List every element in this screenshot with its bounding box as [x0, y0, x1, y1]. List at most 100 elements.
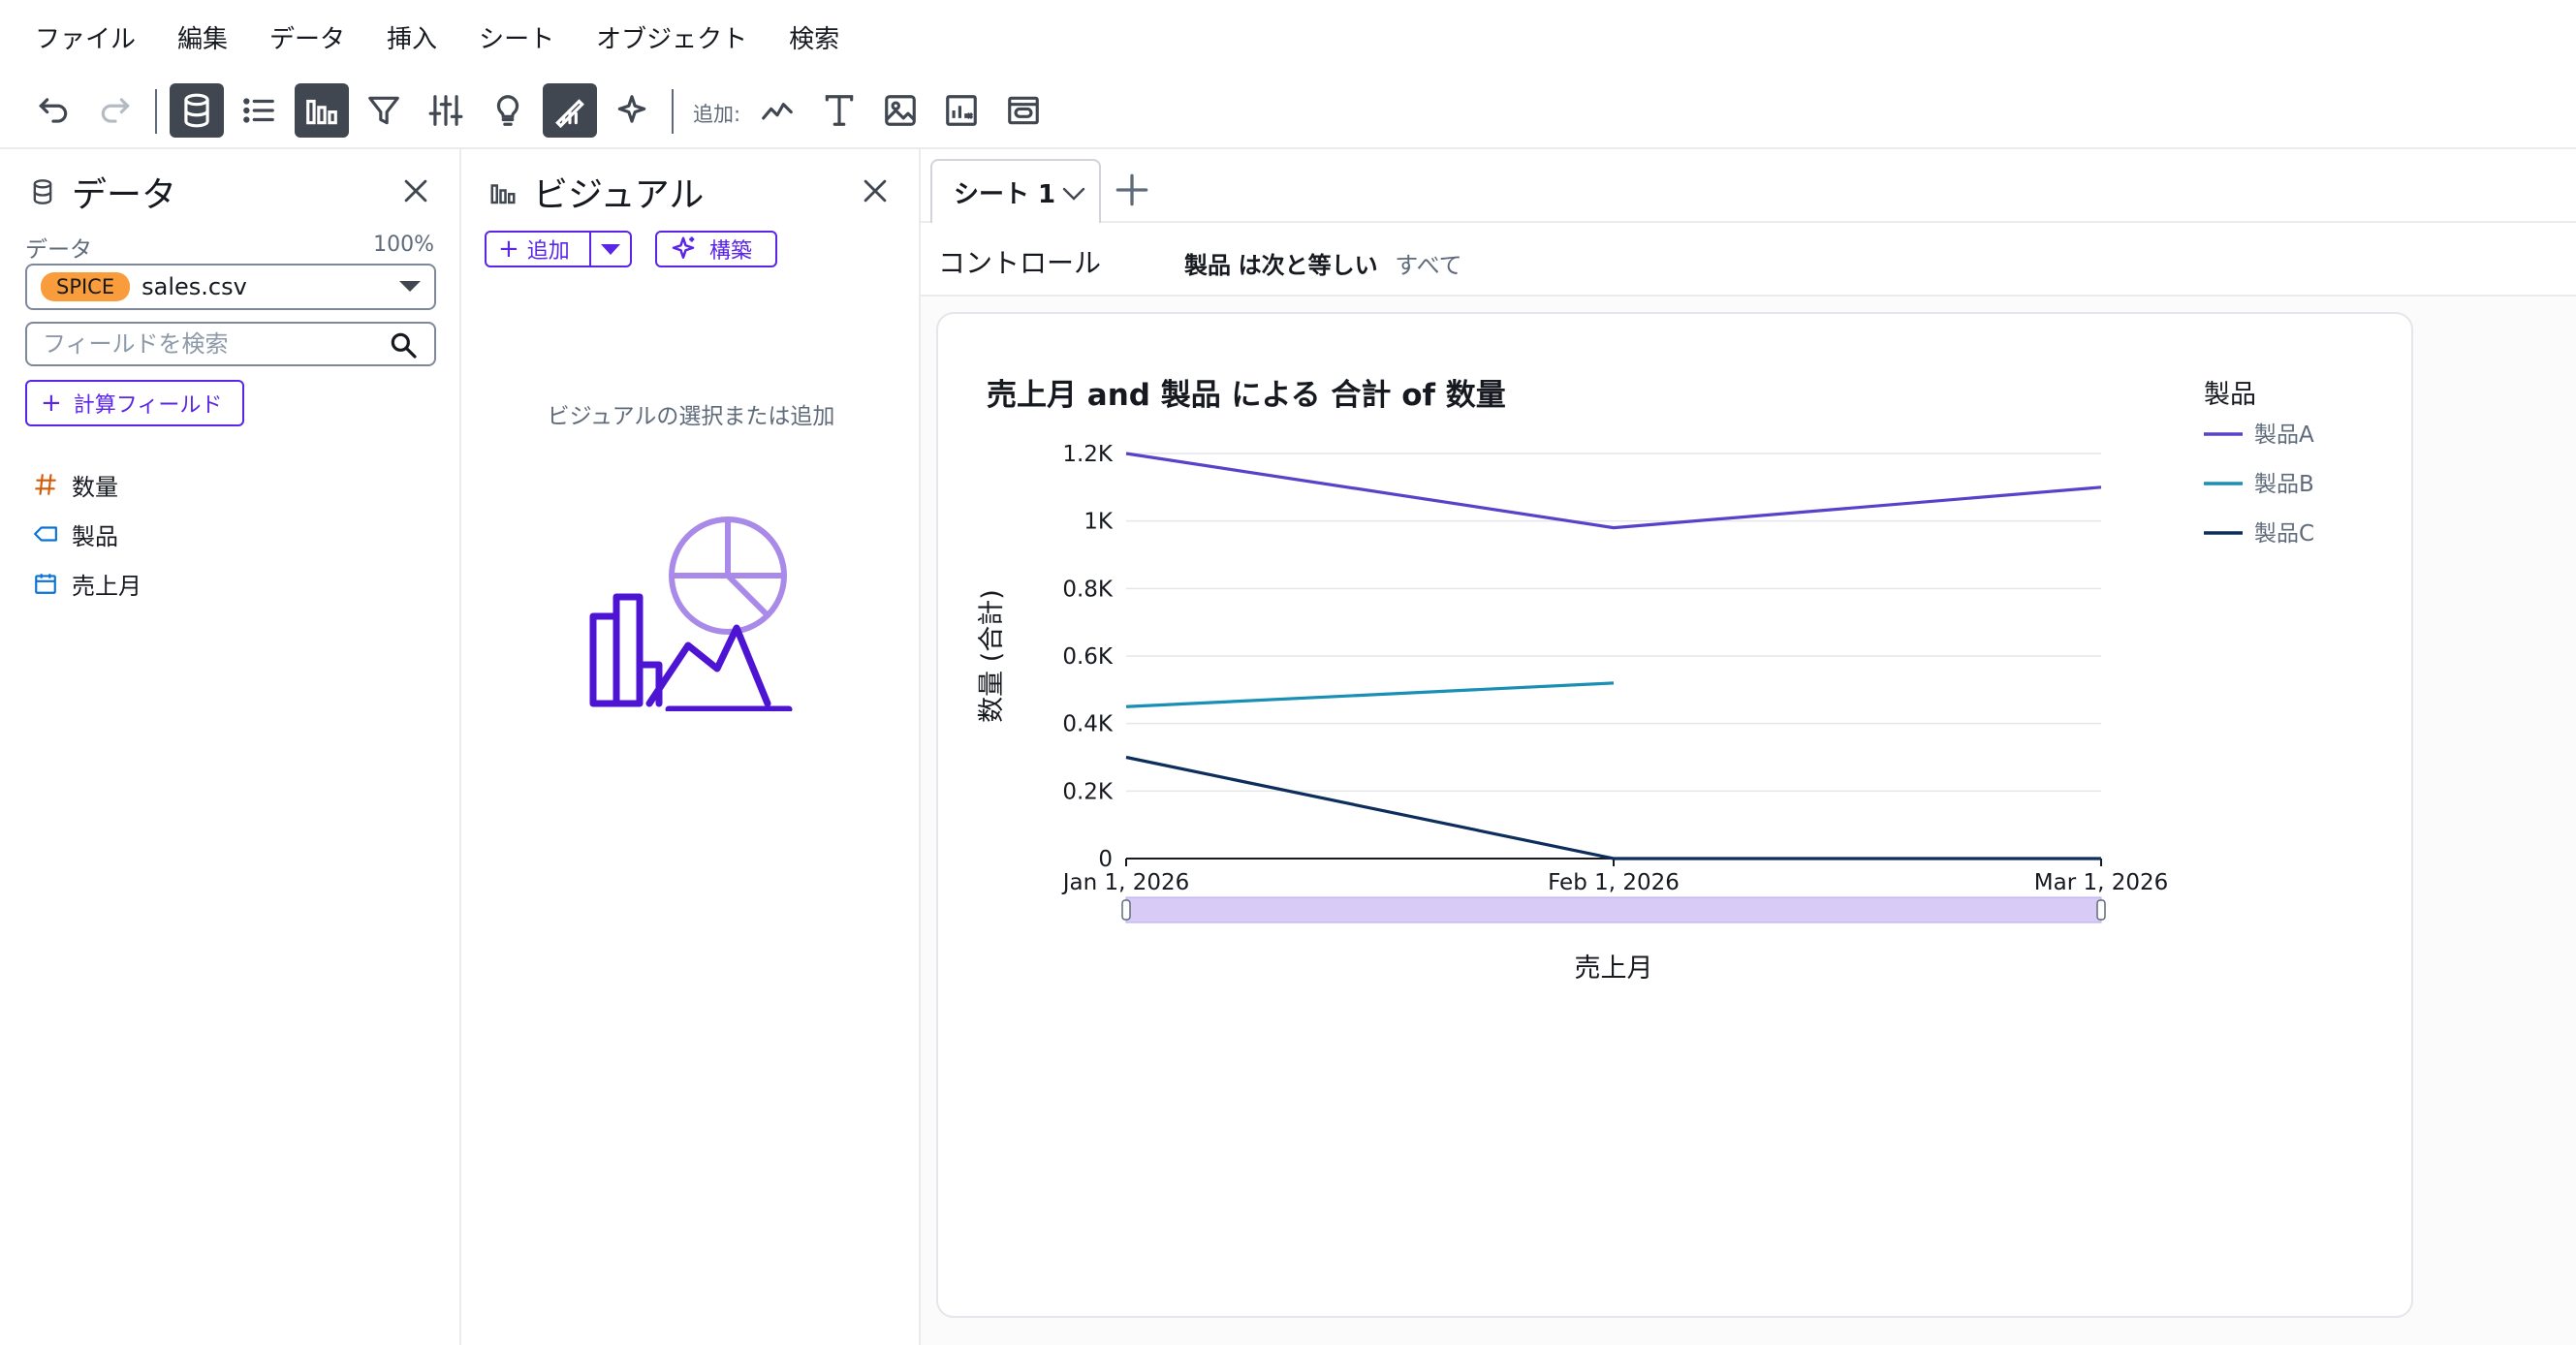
y-tick-label: 0.8K — [1062, 577, 1114, 602]
series-line — [1125, 681, 1615, 708]
data-panel-title: データ — [72, 175, 177, 215]
controls-bar: コントロール 製品 は次と等しい すべて — [921, 223, 2576, 297]
bar-chart-icon — [306, 99, 337, 125]
calc-field-label: 計算フィールド — [73, 393, 223, 418]
add-visual-button[interactable] — [750, 83, 804, 138]
close-icon[interactable] — [859, 174, 892, 207]
range-slider-handle[interactable] — [2096, 899, 2106, 921]
spice-badge: SPICE — [41, 272, 131, 301]
field-label: 製品 — [72, 522, 118, 550]
themes-button[interactable] — [543, 83, 597, 138]
series-line — [1125, 452, 2102, 530]
field-label: 売上月 — [72, 572, 141, 600]
y-tick-label: 1.2K — [1062, 442, 1114, 467]
add-visual-button[interactable]: + 追加 — [485, 231, 591, 267]
visuals-pane-button[interactable] — [295, 83, 349, 138]
menu-edit[interactable]: 編集 — [177, 19, 228, 55]
plus-icon: + — [41, 389, 62, 418]
add-embed-button[interactable] — [996, 83, 1051, 138]
visual-panel: ビジュアル + 追加 構築 ビジュアルの選択または追加 — [461, 149, 921, 1345]
sheet-tab-bar: シート 1 — [921, 149, 2576, 223]
visual-panel-title: ビジュアル — [533, 175, 705, 215]
menu-sheet[interactable]: シート — [479, 19, 554, 55]
range-slider-track[interactable] — [1125, 896, 2102, 923]
sheet-area: シート 1 コントロール 製品 は次と等しい すべて 売上月 and 製品 によ… — [921, 149, 2576, 1345]
hash-icon — [35, 474, 56, 495]
undo-button[interactable] — [26, 83, 80, 138]
field-label: 数量 — [72, 473, 118, 501]
tag-icon — [34, 526, 57, 542]
close-icon[interactable] — [399, 174, 432, 207]
filter-value: すべて — [1395, 252, 1462, 279]
filter-operator: は次と等しい — [1238, 252, 1378, 279]
y-tick-label: 0 — [1098, 847, 1113, 872]
calendar-icon — [35, 574, 56, 594]
sparkle-icon — [672, 236, 695, 259]
lightbulb-icon — [496, 95, 519, 126]
menu-object[interactable]: オブジェクト — [596, 19, 747, 55]
range-slider-handle[interactable] — [1121, 899, 1131, 921]
menu-search[interactable]: 検索 — [789, 19, 839, 55]
field-item-quantity[interactable]: 数量 — [33, 465, 118, 504]
product-filter-control[interactable]: 製品 は次と等しい すべて — [1184, 246, 1462, 280]
menu-bar: ファイル 編集 データ 挿入 シート オブジェクト 検索 — [0, 0, 2576, 74]
add-sheet-icon[interactable] — [1111, 169, 1153, 211]
data-pane-button[interactable] — [170, 83, 224, 138]
field-search-input[interactable] — [25, 322, 436, 366]
redo-icon — [101, 98, 130, 123]
database-icon — [33, 179, 52, 204]
filter-field: 製品 — [1184, 252, 1231, 279]
x-tick-label: Jan 1, 2026 — [1061, 870, 1190, 895]
y-axis-title: 数量 (合計) — [977, 589, 1007, 723]
build-visual-button[interactable]: 構築 — [655, 231, 777, 267]
add-calculated-field-button[interactable]: + 計算フィールド — [25, 380, 244, 426]
x-tick-label: Feb 1, 2026 — [1548, 870, 1680, 895]
toolbar: 追加: — [0, 74, 2576, 149]
toolbar-divider — [155, 89, 157, 134]
y-tick-label: 0.2K — [1062, 779, 1114, 804]
bar-chart-icon — [490, 184, 516, 204]
redo-button[interactable] — [88, 83, 142, 138]
menu-insert[interactable]: 挿入 — [387, 19, 437, 55]
undo-icon — [39, 98, 68, 123]
line-chart-icon — [762, 103, 793, 120]
generative-button[interactable] — [605, 83, 659, 138]
field-item-sales-month[interactable]: 売上月 — [33, 564, 141, 603]
dataset-name: sales.csv — [141, 273, 247, 300]
line-chart-visual[interactable]: 売上月 and 製品 による 合計 of 数量 0 0.2K 0.4K 0.6K 0.8… — [936, 312, 2413, 1318]
add-image-button[interactable] — [873, 83, 927, 138]
legend-item: 製品A — [2254, 422, 2314, 448]
menu-file[interactable]: ファイル — [35, 19, 136, 55]
chevron-down-icon[interactable] — [1060, 184, 1087, 203]
legend-item: 製品C — [2254, 521, 2314, 547]
text-icon — [825, 95, 854, 126]
empty-visual-hint: ビジュアルの選択または追加 — [547, 404, 835, 429]
x-axis-title: 売上月 — [1575, 954, 1653, 984]
line-chart: 0 0.2K 0.4K 0.6K 0.8K 1K 1.2K Jan 1, 2026 Feb 1,… — [977, 380, 2314, 984]
add-text-button[interactable] — [812, 83, 866, 138]
filter-icon — [368, 96, 399, 125]
caret-down-icon — [601, 243, 620, 255]
dataset-label: データ — [25, 237, 92, 263]
add-label: 追加: — [693, 103, 741, 126]
y-tick-label: 0.4K — [1062, 712, 1114, 737]
search-icon[interactable] — [388, 329, 419, 360]
dataset-select[interactable]: SPICE sales.csv — [25, 264, 436, 310]
insight-icon — [946, 95, 977, 126]
insights-button[interactable] — [481, 83, 535, 138]
charts-illustration-icon — [589, 516, 793, 711]
sheet-tab-label: シート 1 — [954, 179, 1056, 209]
controls-label: コントロール — [938, 247, 1102, 279]
database-icon — [184, 93, 209, 128]
toolbar-divider — [672, 89, 674, 134]
add-visual-dropdown[interactable] — [589, 231, 632, 267]
controls-button[interactable] — [419, 83, 473, 138]
tab-sheet-1[interactable]: シート 1 — [930, 159, 1101, 223]
fields-list-button[interactable] — [232, 83, 286, 138]
filter-button[interactable] — [357, 83, 411, 138]
field-item-product[interactable]: 製品 — [33, 515, 118, 553]
add-visual-label: 追加 — [526, 239, 570, 264]
menu-data[interactable]: データ — [269, 19, 345, 55]
add-insight-button[interactable] — [934, 83, 989, 138]
x-tick-label: Mar 1, 2026 — [2034, 870, 2169, 895]
